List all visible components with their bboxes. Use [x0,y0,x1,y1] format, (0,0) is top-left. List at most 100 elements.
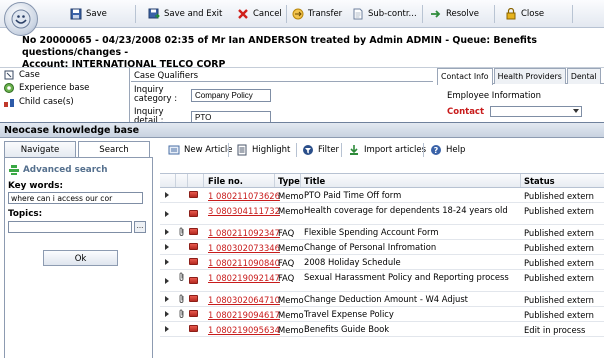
column-header-status[interactable]: Status [524,176,555,186]
table-row[interactable]: 3 080304111732 Memo Health coverage for de… [160,203,604,225]
file-number-link[interactable]: 1 080211092347 [208,228,280,238]
nav-item-child-cases[interactable]: Child case(s) [0,95,129,109]
table-row[interactable]: 1 080219094617 Memo Travel Expense Policy P… [160,307,604,322]
neocase-window: Save Save and Exit Cancel Transfer Sub-c… [0,0,604,358]
toolbar-divider [572,5,573,23]
case-qualifiers-panel: Case Qualifiers Inquiry category : Inqui… [131,68,433,123]
paperclip-icon [178,309,186,321]
column-header-type[interactable]: Type [278,176,300,186]
column-divider [203,174,204,187]
file-number-link[interactable]: 1 080219092147 [208,273,280,283]
toolbar-divider [341,143,342,157]
close-button[interactable]: Close [505,7,544,21]
nav-item-case[interactable]: Case [0,68,129,82]
article-status: Published extern [524,295,594,305]
resolve-label: Resolve [446,9,480,19]
file-number-link[interactable]: 1 080219095634 [208,325,280,335]
article-title: 2008 Holiday Schedule [304,257,401,267]
search-form: Advanced search Key words: where can i a… [4,157,153,358]
table-row[interactable]: 1 080211073626 Memo PTO Paid Time Off form… [160,188,604,203]
file-number-link[interactable]: 1 080211090840 [208,258,280,268]
case-header: No 20000065 - 04/23/2008 02:35 of Mr Ian… [0,28,604,70]
inquiry-detail-label: Inquiry detail : [134,107,164,124]
table-row[interactable]: 1 080219095634 Memo Benefits Guide Book Edi… [160,322,604,337]
article-book-icon [189,243,198,250]
toolbar-divider [228,143,229,157]
nav-item-case-label: Case [19,69,40,80]
table-row[interactable]: 1 080302073346 Memo Change of Personal Inf… [160,240,604,255]
article-book-icon [189,325,198,332]
table-row[interactable]: 1 080211092347 FAQ Flexible Spending Accou… [160,225,604,240]
file-number-link[interactable]: 1 080302073346 [208,243,280,253]
file-number-link[interactable]: 3 080304111732 [208,206,280,216]
expand-arrow-icon[interactable] [165,277,169,284]
table-row[interactable]: 1 080219092147 FAQ Sexual Harassment Polic… [160,270,604,292]
import-articles-button[interactable]: Import articles [348,144,426,156]
case-icon [4,70,14,80]
article-type: Memo [278,310,304,320]
column-header-title[interactable]: Title [304,176,325,186]
sub-contractor-label: Sub-contr... [368,9,417,19]
case-area: Case Experience base Child case(s) Case … [0,68,604,123]
save-button[interactable]: Save [70,7,107,21]
keywords-input[interactable]: where can i access our cor [8,192,143,204]
highlight-icon [237,144,247,156]
filter-button[interactable]: Filter [302,144,339,156]
expand-arrow-icon[interactable] [165,244,169,250]
knowledge-base-title: Neocase knowledge base [0,123,604,138]
cancel-button[interactable]: Cancel [237,7,282,21]
table-row[interactable]: 1 080302064710 Memo Change Deduction Amoun… [160,292,604,307]
file-number-link[interactable]: 1 080219094617 [208,310,280,320]
article-book-icon [189,258,198,265]
close-label: Close [521,9,545,19]
expand-arrow-icon[interactable] [165,326,169,332]
advanced-search-link[interactable]: Advanced search [8,164,148,176]
employee-information-title: Employee Information [447,91,542,101]
file-number-link[interactable]: 1 080302064710 [208,295,280,305]
highlight-label: Highlight [252,145,291,155]
topics-row: ... [8,221,148,233]
article-status: Published extern [524,258,594,268]
svg-text:?: ? [434,146,439,155]
contact-select[interactable] [490,106,583,117]
inquiry-category-row: Inquiry category : [134,86,433,104]
inquiry-category-field[interactable] [191,88,271,102]
resolve-button[interactable]: Resolve [430,7,479,21]
expand-arrow-icon[interactable] [165,229,169,235]
new-article-button[interactable]: New Article [168,144,233,156]
article-book-icon [189,209,198,217]
ok-button[interactable]: Ok [43,250,118,266]
sub-contractor-button[interactable]: Sub-contr... [352,7,417,21]
article-status: Published extern [524,273,594,283]
case-header-line1: No 20000065 - 04/23/2008 02:35 of Mr Ian… [22,35,537,58]
highlight-button[interactable]: Highlight [236,144,290,156]
tab-search[interactable]: Search [78,141,150,157]
transfer-icon [292,8,304,20]
expand-arrow-icon[interactable] [165,192,169,198]
inquiry-detail-row: Inquiry detail : [134,108,433,123]
expand-arrow-icon[interactable] [165,259,169,265]
tab-navigate[interactable]: Navigate [4,141,76,157]
topics-browse-button[interactable]: ... [134,221,146,233]
expand-arrow-icon[interactable] [165,296,169,302]
new-article-icon [168,145,180,155]
transfer-button[interactable]: Transfer [292,7,342,21]
tab-health-providers[interactable]: Health Providers [493,68,566,84]
article-type: FAQ [278,273,295,283]
expand-arrow-icon[interactable] [165,311,169,317]
expand-arrow-icon[interactable] [165,210,169,217]
article-book-icon [189,228,198,235]
column-header-file-no[interactable]: File no. [208,176,243,186]
nav-item-experience-base[interactable]: Experience base [0,82,129,96]
tab-contact-info[interactable]: Contact Info [437,68,493,85]
chevron-down-icon [573,109,580,113]
file-number-link[interactable]: 1 080211073626 [208,191,280,201]
topics-input[interactable] [8,221,132,233]
table-row[interactable]: 1 080211090840 FAQ 2008 Holiday Schedule Pu… [160,255,604,270]
filter-label: Filter [318,145,340,155]
save-and-exit-button[interactable]: Save and Exit [148,7,222,21]
toolbar-divider [296,143,297,157]
tab-dental[interactable]: Dental [566,68,601,84]
help-button[interactable]: ? Help [430,144,465,156]
help-label: Help [446,145,466,155]
